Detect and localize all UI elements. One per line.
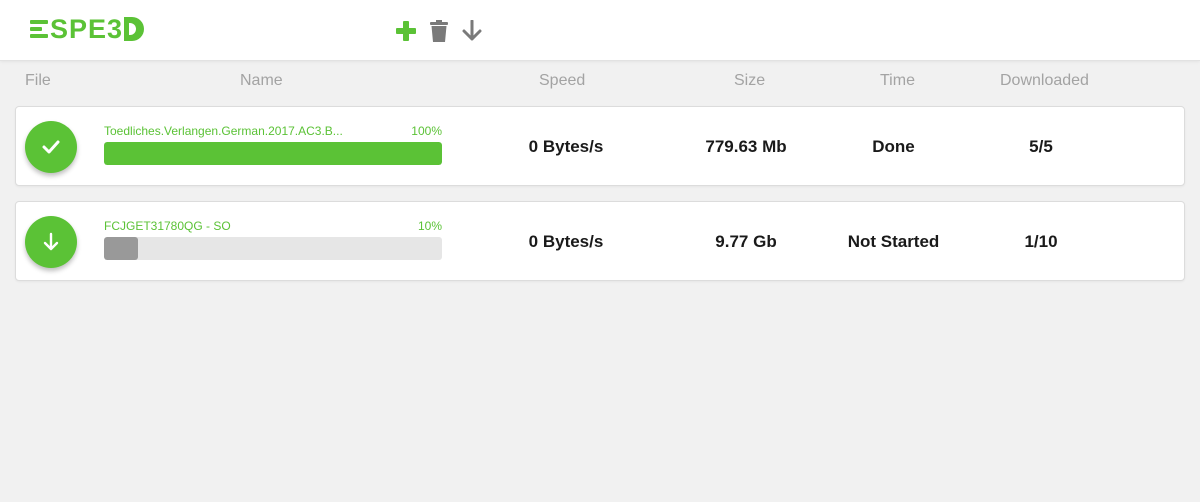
progress-percent: 100%: [411, 124, 442, 138]
download-row[interactable]: FCJGET31780QG - SO 10% 0 Bytes/s 9.77 Gb…: [15, 201, 1185, 281]
downloaded-count: 1/10: [1024, 232, 1058, 251]
logo-e-mark: [30, 18, 48, 40]
start-download-button[interactable]: [461, 18, 483, 44]
download-speed: 0 Bytes/s: [528, 232, 604, 251]
column-header-file: File: [25, 72, 51, 89]
arrow-down-icon: [43, 232, 59, 251]
toolbar: [395, 18, 494, 44]
app-logo: SPE3: [30, 14, 145, 44]
file-name: Toedliches.Verlangen.German.2017.AC3.B..…: [104, 124, 343, 138]
progress-bar: [104, 237, 442, 260]
progress-fill: [104, 237, 138, 260]
trash-icon: [430, 20, 448, 42]
delete-download-button[interactable]: [428, 18, 450, 44]
column-header-name: Name: [240, 72, 283, 89]
time-status: Done: [872, 137, 915, 156]
status-button-complete[interactable]: [25, 121, 77, 173]
add-download-button[interactable]: [395, 18, 417, 44]
checkmark-icon: [42, 140, 60, 154]
column-header-size: Size: [734, 72, 766, 89]
progress-fill: [104, 142, 442, 165]
progress-bar: [104, 142, 442, 165]
downloaded-count: 5/5: [1029, 137, 1053, 156]
column-headers: File Name Speed Size Time Downloaded: [0, 60, 1200, 100]
download-speed: 0 Bytes/s: [528, 137, 604, 156]
app-header: SPE3: [0, 0, 1200, 61]
arrow-down-icon: [462, 20, 482, 41]
plus-icon: [396, 21, 416, 41]
logo-d-mark: [124, 17, 145, 41]
file-size: 9.77 Gb: [715, 232, 777, 251]
column-header-speed: Speed: [539, 72, 586, 89]
status-button-start[interactable]: [25, 216, 77, 268]
download-row[interactable]: Toedliches.Verlangen.German.2017.AC3.B..…: [15, 106, 1185, 186]
column-header-downloaded: Downloaded: [1000, 72, 1089, 89]
progress-percent: 10%: [417, 219, 442, 233]
file-size: 779.63 Mb: [705, 137, 787, 156]
time-status: Not Started: [847, 232, 940, 251]
file-name: FCJGET31780QG - SO: [104, 219, 231, 233]
column-header-time: Time: [880, 72, 915, 89]
logo-text: SPE3: [50, 14, 124, 44]
